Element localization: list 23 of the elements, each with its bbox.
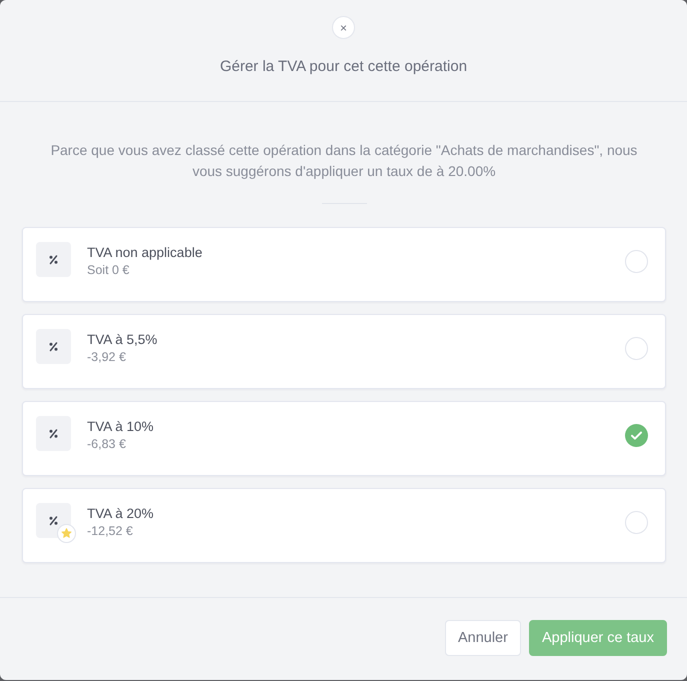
vat-option-card[interactable]: TVA à 20% -12,52 € <box>22 488 666 563</box>
vat-option-card[interactable]: TVA non applicable Soit 0 € <box>22 227 666 302</box>
option-amount: -6,83 € <box>87 436 126 453</box>
percent-icon <box>36 329 71 364</box>
suggestion-message: Parce que vous avez classé cette opération dans la catégorie "Achats de marchandises", nous vous suggérons d'appliquer un taux de à 20.00% <box>50 141 638 181</box>
radio-button[interactable] <box>625 511 648 534</box>
close-button[interactable]: × <box>332 16 355 39</box>
dialog-title: Gérer la TVA pour cet cette opération <box>220 57 468 77</box>
option-amount: -12,52 € <box>87 523 133 540</box>
check-icon[interactable] <box>625 424 648 447</box>
radio-button[interactable] <box>625 337 648 360</box>
cancel-button[interactable]: Annuler <box>444 620 521 656</box>
option-label: TVA à 10% <box>87 418 154 435</box>
vat-option-card[interactable]: TVA à 5,5% -3,92 € <box>22 314 666 389</box>
vat-option-card[interactable]: TVA à 10% -6,83 € <box>22 401 666 476</box>
option-label: TVA à 5,5% <box>87 331 158 348</box>
option-label: TVA à 20% <box>87 505 154 522</box>
option-amount: -3,92 € <box>87 349 126 366</box>
radio-button[interactable] <box>625 250 648 273</box>
option-amount: Soit 0 € <box>87 262 130 279</box>
percent-icon <box>36 416 71 451</box>
option-label: TVA non applicable <box>87 244 202 261</box>
percent-icon <box>36 242 71 277</box>
